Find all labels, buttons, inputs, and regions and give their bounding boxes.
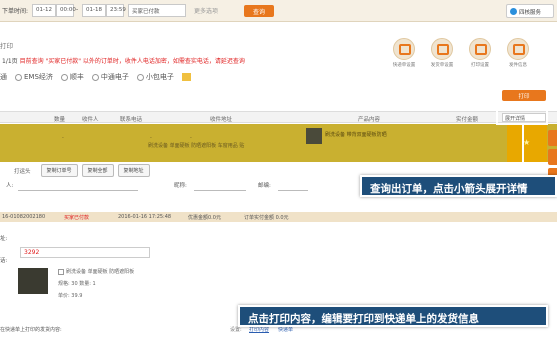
chevron-icon[interactable] [181, 73, 191, 81]
expand-highlight [496, 107, 548, 125]
radio-icon [136, 73, 144, 81]
time-from-input[interactable]: 00:00 [56, 4, 76, 17]
carrier-option[interactable]: 中通电子 [91, 72, 129, 82]
detail-toolbar: 打运头 复制订单号 复制全部 复制地址 [0, 164, 150, 177]
table-row[interactable]: - - - 刷洗设备 单面硬板 防晒遮阳板 车窗用品 贴 刷洗设备 带背双面硬板… [0, 124, 557, 162]
discount: 优惠金额0.0元 [188, 215, 221, 221]
order-date: 2016-01-16 17:25:48 [118, 214, 172, 220]
carrier-option[interactable]: 小包电子 [136, 72, 174, 82]
phone-value: 3292 [24, 249, 40, 256]
notice-page: 1/1页 [2, 58, 20, 65]
expand-detail-toggle[interactable]: ★ [507, 124, 547, 162]
star-icon: ★ [523, 138, 531, 147]
sender-icon [507, 38, 529, 60]
waybill-settings-button[interactable]: 快递单设置 [387, 38, 421, 68]
copy-all-button[interactable]: 复制全部 [81, 164, 114, 177]
product-thumbnail [306, 128, 322, 144]
radio-icon [15, 73, 22, 81]
order-status: 买家已付款 [64, 215, 90, 221]
carrier-option[interactable]: 通 [0, 72, 7, 82]
order-print-page: 下单时间: 01-12 00:00 - 01-18 23:59 买家已付款 更多… [0, 0, 557, 340]
arrow-line [522, 125, 524, 175]
checkbox[interactable] [58, 268, 64, 275]
time-to-input[interactable]: 23:59 [106, 4, 126, 17]
invoice-icon [431, 38, 453, 60]
zip-input[interactable] [278, 185, 308, 191]
settings-tools: 快递单设置 发货单设置 打印设置 发件信息 [387, 38, 535, 68]
print-settings-button[interactable]: 打印设置 [463, 38, 497, 68]
side-tab[interactable] [548, 130, 557, 146]
copy-order-no-button[interactable]: 复制订单号 [40, 164, 78, 177]
more-options-link[interactable]: 更多选项 [194, 6, 218, 15]
carrier-option[interactable]: 顺丰 [60, 72, 84, 82]
print-callout: 点击打印内容，编辑要打印到快递单上的发货信息 [238, 305, 548, 327]
radio-icon [91, 73, 99, 81]
corner-service-button[interactable]: 四核服务 [506, 4, 554, 18]
product-detail: 刷洗设备 单面硬板 防晒遮阳板 规格: 30 数量: 1 单价: 39.9 [58, 268, 134, 304]
address-label: 址: [0, 236, 8, 242]
notice-warning: 目前查询 "买家已付款" 以外的订单时，收件人电话加密，如需查实电话，请延迟查询 [19, 58, 245, 65]
page-title: 打印 [0, 42, 13, 50]
order-time-label: 下单时间: [2, 8, 29, 15]
invoice-settings-button[interactable]: 发货单设置 [425, 38, 459, 68]
date-to-input[interactable]: 01-18 [82, 4, 106, 17]
table-header: 数量 收件人 联系电话 收件地址 产品内容 实付金额 展开详情 [0, 111, 557, 123]
waybill-icon [393, 38, 415, 60]
product-spec: 规格: 30 数量: 1 [58, 281, 96, 287]
phone-field[interactable]: 3292 [20, 247, 150, 258]
print-button[interactable]: 打印 [502, 90, 546, 101]
product-text: 刷洗设备 带背双面硬板防晒 [325, 132, 387, 138]
expand-callout: 查询出订单，点击小箭头展开详情 [360, 175, 557, 197]
shipping-content-label: 在快递单上打印的发货内容: [0, 327, 62, 333]
copy-address-button[interactable]: 复制地址 [117, 164, 150, 177]
carrier-options: 通 EMS经济 顺丰 中通电子 小包电子 [0, 72, 191, 82]
corner-button-label: 四核服务 [519, 10, 542, 16]
recipient-input[interactable] [18, 185, 138, 191]
product-name: 刷洗设备 单面硬板 防晒遮阳板 [66, 269, 135, 275]
product-subtext: 刷洗设备 单面硬板 防晒遮阳板 车窗用品 贴 [148, 143, 245, 149]
product-price: 单价: 39.9 [58, 293, 83, 299]
order-status-select[interactable]: 买家已付款 [128, 4, 186, 17]
product-image [18, 268, 48, 294]
phone-label: 话: [0, 258, 8, 264]
waybill-link[interactable]: 快递单 [278, 326, 293, 333]
settings-label: 设置: [230, 327, 242, 333]
sender-info-button[interactable]: 发件信息 [501, 38, 535, 68]
notice-text: 1/1页 目前查询 "买家已付款" 以外的订单时，收件人电话加密，如需查实电话，… [2, 56, 245, 65]
radio-icon [60, 73, 68, 81]
paid-amount: 订单实付金额 0.0元 [244, 215, 289, 221]
wrench-icon [469, 38, 491, 60]
detail-label: 打运头 [14, 168, 31, 175]
date-from-input[interactable]: 01-12 [32, 4, 56, 17]
nickname-input[interactable] [194, 185, 246, 191]
side-tab[interactable] [548, 149, 557, 165]
service-icon [510, 8, 517, 15]
carrier-option[interactable]: EMS经济 [15, 72, 53, 82]
search-button[interactable]: 查询 [244, 5, 274, 17]
filter-bar: 下单时间: 01-12 00:00 - 01-18 23:59 买家已付款 更多… [0, 0, 557, 22]
order-number: 16-01082002180 [2, 214, 46, 220]
order-info-line: 16-01082002180 买家已付款 2016-01-16 17:25:48… [0, 212, 557, 222]
